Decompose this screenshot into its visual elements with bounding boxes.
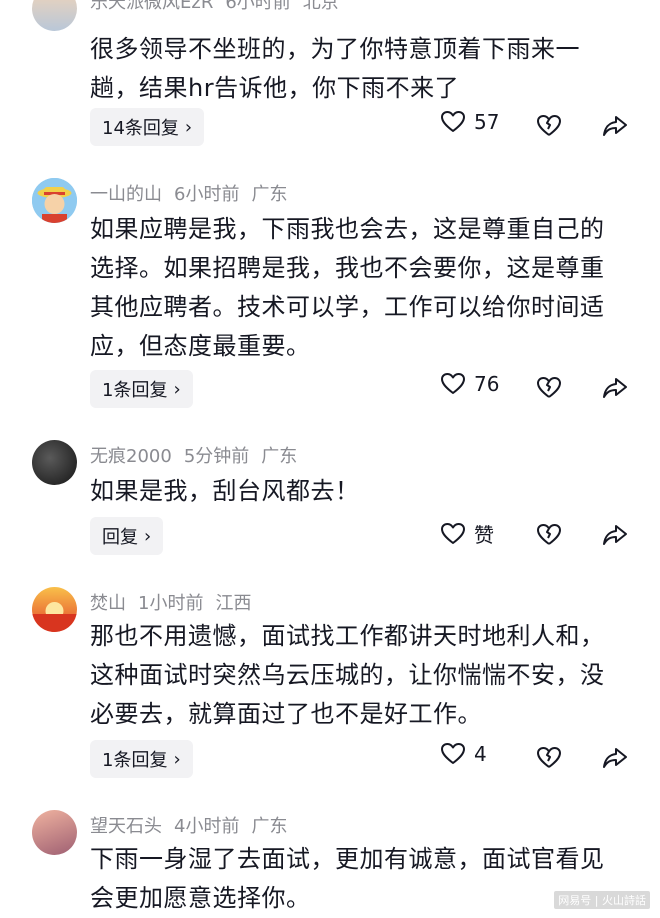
location: 广东 (261, 446, 298, 467)
like-button[interactable]: 4 (440, 742, 487, 766)
heart-icon (441, 111, 465, 132)
like-button[interactable]: 57 (440, 110, 499, 134)
timestamp: 1小时前 (138, 593, 204, 614)
comment-meta: 一山的山 6小时前 广东 (90, 182, 287, 208)
like-count: 57 (474, 110, 500, 134)
comment-meta: 望天石头 4小时前 广东 (90, 814, 287, 840)
broken-heart-icon[interactable] (536, 523, 562, 547)
comment-meta: 焚山 1小时前 江西 (90, 591, 251, 617)
comment-line: 这种面试时突然乌云压城的，让你惴惴不安，没 (90, 661, 605, 689)
comment-line: 那也不用遗憾，面试找工作都讲天时地利人和， (90, 622, 605, 650)
location: 广东 (251, 816, 288, 837)
share-icon[interactable] (602, 114, 628, 138)
location: 北京 (302, 0, 339, 13)
watermark: 网易号 | 火山詩話 (554, 891, 650, 909)
comment-line: 应，但态度最重要。 (90, 332, 311, 360)
heart-icon (441, 373, 465, 394)
share-icon[interactable] (602, 746, 628, 770)
username[interactable]: 乐天派微风EzR (90, 0, 213, 13)
share-icon[interactable] (602, 523, 628, 547)
location: 江西 (215, 593, 252, 614)
username[interactable]: 焚山 (90, 593, 126, 614)
comment-line: 如果是我，刮台风都去！ (90, 477, 360, 505)
avatar[interactable] (32, 440, 77, 485)
comment-text: 很多领导不坐班的，为了你特意顶着下雨来一 趟，结果hr告诉他，你下雨不来了 (90, 30, 630, 108)
avatar[interactable] (32, 810, 77, 855)
timestamp: 6小时前 (225, 0, 291, 13)
broken-heart-icon[interactable] (536, 376, 562, 400)
location: 广东 (251, 184, 288, 205)
like-button[interactable]: 赞 (440, 519, 494, 548)
broken-heart-icon[interactable] (536, 746, 562, 770)
avatar[interactable] (32, 587, 77, 632)
heart-icon (441, 522, 465, 544)
like-button[interactable]: 76 (440, 372, 499, 396)
timestamp: 6小时前 (174, 184, 240, 205)
comment-actions: 57 (0, 110, 660, 146)
avatar[interactable] (32, 0, 77, 31)
comment-line: 会更加愿意选择你。 (90, 884, 311, 912)
comment-actions: 76 (0, 372, 660, 408)
comment-line: 其他应聘者。技术可以学，工作可以给你时间适 (90, 293, 605, 321)
comment-meta: 乐天派微风EzR 6小时前 北京 (90, 0, 339, 16)
comment-line: 很多领导不坐班的，为了你特意顶着下雨来一 (90, 35, 580, 63)
username[interactable]: 望天石头 (90, 816, 162, 837)
like-count: 4 (474, 742, 487, 766)
comment-text: 那也不用遗憾，面试找工作都讲天时地利人和， 这种面试时突然乌云压城的，让你惴惴不… (90, 617, 630, 734)
avatar[interactable] (32, 178, 77, 223)
timestamp: 5分钟前 (183, 446, 250, 467)
comment-actions: 4 (0, 742, 660, 778)
broken-heart-icon[interactable] (536, 114, 562, 138)
share-icon[interactable] (602, 376, 628, 400)
comment-line: 如果应聘是我，下雨我也会去，这是尊重自己的 (90, 215, 605, 243)
timestamp: 4小时前 (174, 816, 240, 837)
comment-text: 下雨一身湿了去面试，更加有诚意，面试官看见 会更加愿意选择你。 (90, 840, 630, 918)
username[interactable]: 一山的山 (90, 184, 162, 205)
heart-icon (441, 743, 465, 764)
like-count: 赞 (474, 523, 494, 547)
comment-text: 如果是我，刮台风都去！ (90, 472, 630, 511)
comment-text: 如果应聘是我，下雨我也会去，这是尊重自己的 选择。如果招聘是我，我也不会要你，这… (90, 210, 630, 366)
comment-line: 下雨一身湿了去面试，更加有诚意，面试官看见 (90, 845, 605, 873)
comment-line: 必要去，就算面过了也不是好工作。 (90, 700, 482, 728)
avatar-image (32, 587, 77, 632)
comment-meta: 无痕2000 5分钟前 广东 (90, 444, 297, 470)
username[interactable]: 无痕2000 (90, 446, 172, 467)
avatar-image (32, 178, 77, 223)
comment-line: 趟，结果hr告诉他，你下雨不来了 (90, 74, 460, 102)
like-count: 76 (474, 372, 500, 396)
comment-line: 选择。如果招聘是我，我也不会要你，这是尊重 (90, 254, 605, 282)
comment-actions: 赞 (0, 519, 660, 555)
